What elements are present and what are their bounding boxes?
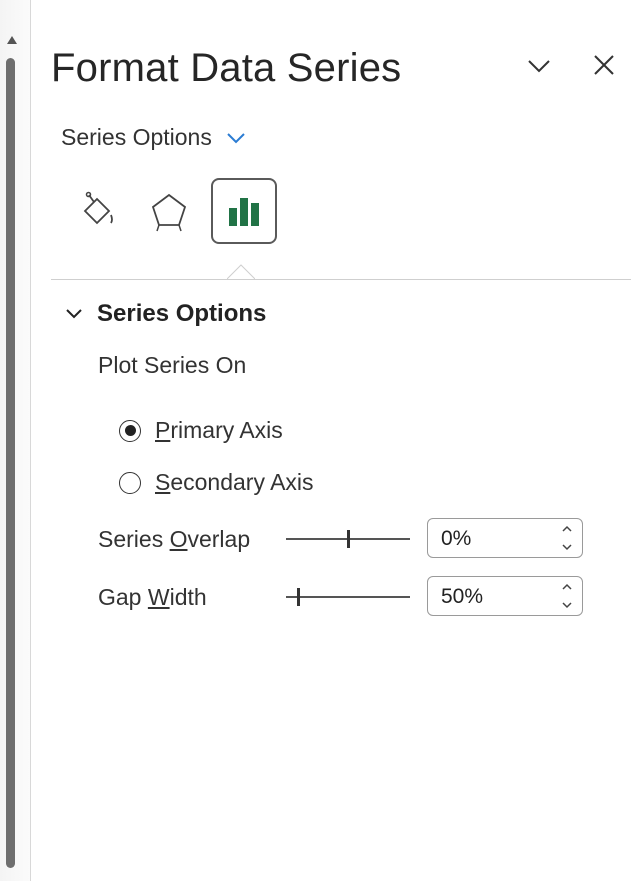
series-options-dropdown[interactable]: Series Options bbox=[61, 124, 246, 151]
gap-width-spinner[interactable]: 50% bbox=[427, 576, 583, 616]
gap-width-label: Gap Width bbox=[98, 584, 207, 610]
pane-options-button[interactable] bbox=[521, 48, 557, 84]
primary-axis-label: Primary Axis bbox=[155, 417, 283, 443]
section-title: Series Options bbox=[97, 300, 267, 327]
bar-chart-icon bbox=[229, 198, 259, 226]
chevron-down-icon bbox=[528, 60, 550, 73]
series-options-section-toggle[interactable]: Series Options bbox=[65, 300, 266, 328]
series-options-dropdown-label: Series Options bbox=[61, 124, 212, 150]
radio-button[interactable] bbox=[119, 471, 141, 494]
spinner-arrows-icon[interactable] bbox=[560, 580, 574, 612]
secondary-axis-radio[interactable]: Secondary Axis bbox=[119, 469, 314, 496]
pentagon-effects-icon bbox=[151, 193, 187, 232]
series-overlap-slider[interactable] bbox=[286, 529, 410, 549]
slider-thumb[interactable] bbox=[297, 588, 300, 606]
chevron-down-icon bbox=[66, 309, 82, 319]
slider-thumb[interactable] bbox=[347, 530, 350, 548]
tab-fill-line[interactable] bbox=[63, 179, 127, 243]
scroll-up-arrow-icon[interactable] bbox=[7, 36, 17, 44]
gap-width-slider[interactable] bbox=[286, 587, 410, 607]
tab-effects[interactable] bbox=[137, 179, 201, 243]
radio-button[interactable] bbox=[119, 419, 141, 442]
tab-series-options[interactable] bbox=[211, 178, 277, 244]
tab-separator bbox=[51, 279, 631, 280]
spinner-arrows-icon[interactable] bbox=[560, 522, 574, 554]
slider-track bbox=[286, 596, 410, 598]
secondary-axis-label: Secondary Axis bbox=[155, 469, 314, 495]
chevron-down-icon bbox=[227, 132, 245, 143]
gap-width-value[interactable]: 50% bbox=[441, 585, 483, 609]
series-overlap-spinner[interactable]: 0% bbox=[427, 518, 583, 558]
format-tabs bbox=[63, 178, 277, 244]
format-data-series-pane: Format Data Series Series Options Series… bbox=[31, 0, 642, 881]
close-icon bbox=[594, 55, 614, 75]
series-overlap-label: Series Overlap bbox=[98, 526, 251, 552]
primary-axis-radio[interactable]: Primary Axis bbox=[119, 417, 283, 444]
plot-series-on-label: Plot Series On bbox=[98, 352, 247, 378]
tab-indicator-notch bbox=[227, 264, 255, 280]
fill-bucket-icon bbox=[83, 191, 113, 225]
close-pane-button[interactable] bbox=[586, 48, 622, 84]
scroll-thumb[interactable] bbox=[6, 58, 15, 868]
radio-selected-dot bbox=[124, 425, 136, 436]
left-scrollbar[interactable] bbox=[0, 0, 31, 881]
pane-title: Format Data Series bbox=[51, 46, 402, 90]
series-overlap-value[interactable]: 0% bbox=[441, 527, 471, 551]
